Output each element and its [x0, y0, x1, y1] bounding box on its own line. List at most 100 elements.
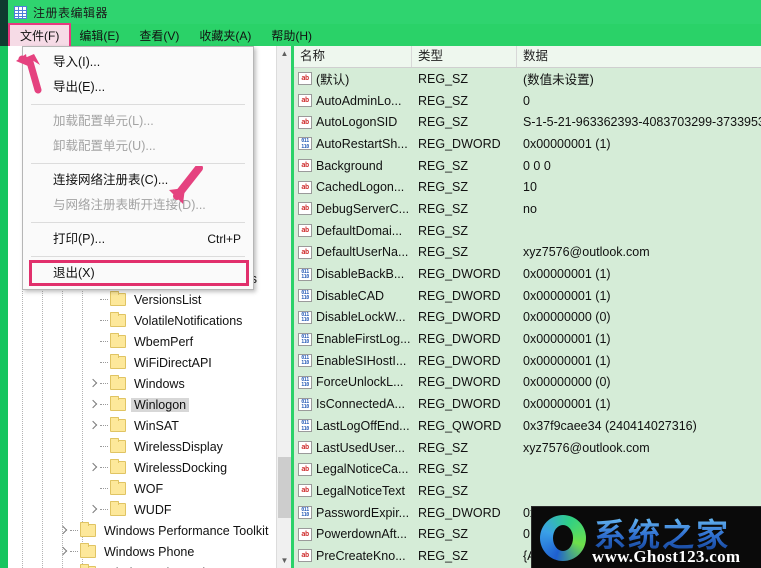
- folder-icon: [110, 459, 126, 474]
- value-name-cell: ab (默认): [294, 69, 412, 88]
- menu-help[interactable]: 帮助(H): [261, 25, 322, 46]
- value-data: 0 0 0: [523, 158, 551, 173]
- registry-values-pane[interactable]: 名称 类型 数据 ab (默认) REG_SZ (数值未设置) ab AutoAdminL…: [294, 46, 761, 568]
- value-name-cell: ab LegalNoticeText: [294, 484, 412, 498]
- tree-item[interactable]: VolatileNotifications: [8, 310, 276, 331]
- value-type: REG_QWORD: [418, 418, 502, 433]
- folder-icon: [110, 312, 126, 327]
- menu-item-print-label: 打印(P)...: [53, 232, 106, 246]
- value-name-cell: ab DefaultUserNa...: [294, 245, 412, 259]
- chevron-right-icon[interactable]: [88, 421, 98, 431]
- menu-bar: 文件(F) 编辑(E) 查看(V) 收藏夹(A) 帮助(H): [0, 22, 761, 48]
- value-type: REG_DWORD: [418, 505, 501, 520]
- value-name: PowerdownAft...: [316, 527, 408, 542]
- window-left-edge: [0, 0, 8, 24]
- tree-item[interactable]: WbemPerf: [8, 331, 276, 352]
- value-row[interactable]: 011 110 EnableSIHostI... REG_DWORD 0x0000000…: [294, 350, 761, 372]
- folder-icon: [110, 417, 126, 432]
- chevron-right-icon[interactable]: [88, 463, 98, 473]
- tree-item[interactable]: Windows: [8, 373, 276, 394]
- string-value-icon: ab: [298, 202, 312, 216]
- menu-item-import[interactable]: 导入(I)...: [23, 50, 253, 75]
- value-name: EnableSIHostI...: [316, 353, 407, 368]
- value-row[interactable]: 011 110 DisableCAD REG_DWORD 0x00000001 (1): [294, 285, 761, 307]
- value-row[interactable]: 011 110 EnableFirstLog... REG_DWORD 0x000000…: [294, 328, 761, 350]
- tree-connector: [100, 319, 108, 322]
- value-name-cell: 011 110 DisableLockW...: [294, 310, 412, 324]
- tree-item-label: VolatileNotifications: [134, 313, 243, 328]
- scroll-up-icon[interactable]: ▲: [277, 46, 292, 61]
- value-row[interactable]: ab LegalNoticeCa... REG_SZ: [294, 458, 761, 480]
- menu-edit[interactable]: 编辑(E): [69, 25, 129, 46]
- value-row[interactable]: 011 110 ForceUnlockL... REG_DWORD 0x00000000…: [294, 372, 761, 394]
- menu-view[interactable]: 查看(V): [129, 25, 189, 46]
- binary-value-icon: 011 110: [298, 332, 312, 346]
- value-row[interactable]: ab LegalNoticeText REG_SZ: [294, 480, 761, 502]
- chevron-right-icon[interactable]: [88, 505, 98, 515]
- folder-icon: [110, 375, 126, 390]
- value-row[interactable]: ab (默认) REG_SZ (数值未设置): [294, 68, 761, 90]
- column-header-name[interactable]: 名称: [294, 46, 412, 67]
- tree-item[interactable]: WiFiDirectAPI: [8, 352, 276, 373]
- column-header-data[interactable]: 数据: [517, 46, 761, 67]
- menu-file[interactable]: 文件(F): [7, 22, 72, 48]
- value-row[interactable]: ab LastUsedUser... REG_SZ xyz7576@outlook.c…: [294, 437, 761, 459]
- value-type: REG_DWORD: [418, 288, 501, 303]
- tree-item-label: VersionsList: [134, 292, 202, 307]
- value-name: DebugServerC...: [316, 201, 410, 216]
- value-name-cell: 011 110 EnableFirstLog...: [294, 332, 412, 346]
- menu-item-export[interactable]: 导出(E)...: [23, 75, 253, 100]
- menu-separator: [31, 104, 245, 105]
- menu-item-exit[interactable]: 退出(X): [23, 260, 253, 286]
- value-data: 0x37f9caee34 (240414027316): [523, 418, 697, 433]
- tree-item[interactable]: WinSAT: [8, 415, 276, 436]
- value-name-cell: ab LastUsedUser...: [294, 441, 412, 455]
- tree-item-label: Winlogon: [131, 397, 190, 412]
- file-dropdown-menu[interactable]: 导入(I)... 导出(E)... 加载配置单元(L)... 卸载配置单元(U)…: [22, 46, 254, 290]
- value-row[interactable]: 011 110 DisableBackB... REG_DWORD 0x00000001…: [294, 263, 761, 285]
- tree-item[interactable]: WUDF: [8, 499, 276, 520]
- value-row[interactable]: 011 110 LastLogOffEnd... REG_QWORD 0x37f9cae…: [294, 415, 761, 437]
- column-header-type[interactable]: 类型: [412, 46, 517, 67]
- tree-item[interactable]: Windows Performance Toolkit: [8, 520, 276, 541]
- value-data: no: [523, 201, 537, 216]
- value-row[interactable]: ab Background REG_SZ 0 0 0: [294, 155, 761, 177]
- menu-favorites[interactable]: 收藏夹(A): [189, 25, 261, 46]
- value-row[interactable]: ab DefaultUserNa... REG_SZ xyz7576@outlook.…: [294, 242, 761, 264]
- scroll-down-icon[interactable]: ▼: [277, 553, 292, 568]
- value-row[interactable]: ab DebugServerC... REG_SZ no: [294, 198, 761, 220]
- tree-scrollbar[interactable]: ▲ ▼: [276, 46, 292, 568]
- chevron-right-icon[interactable]: [58, 547, 68, 557]
- tree-item[interactable]: Windows Photo Viewer: [8, 562, 276, 568]
- menu-item-print[interactable]: 打印(P)... Ctrl+P: [23, 227, 253, 252]
- tree-connector: [100, 361, 108, 364]
- value-row[interactable]: ab AutoAdminLo... REG_SZ 0: [294, 90, 761, 112]
- value-row[interactable]: 011 110 AutoRestartSh... REG_DWORD 0x0000000…: [294, 133, 761, 155]
- value-name-cell: 011 110 IsConnectedA...: [294, 397, 412, 411]
- tree-item[interactable]: WirelessDisplay: [8, 436, 276, 457]
- tree-scrollbar-thumb[interactable]: [278, 457, 291, 518]
- tree-item[interactable]: WOF: [8, 478, 276, 499]
- tree-item[interactable]: VersionsList: [8, 289, 276, 310]
- value-name-cell: 011 110 ForceUnlockL...: [294, 375, 412, 389]
- value-row[interactable]: 011 110 IsConnectedA... REG_DWORD 0x00000001…: [294, 393, 761, 415]
- value-data: 0x00000000 (0): [523, 310, 611, 325]
- value-type: REG_SZ: [418, 180, 469, 195]
- value-row[interactable]: ab CachedLogon... REG_SZ 10: [294, 176, 761, 198]
- tree-item-label: Windows Performance Toolkit: [104, 523, 269, 538]
- chevron-right-icon[interactable]: [88, 379, 98, 389]
- registry-editor-window: 注册表编辑器 文件(F) 编辑(E) 查看(V) 收藏夹(A) 帮助(H) UA…: [0, 0, 761, 568]
- value-data: 0x00000001 (1): [523, 397, 611, 412]
- tree-item[interactable]: Winlogon: [8, 394, 276, 415]
- menu-item-connect-network-registry[interactable]: 连接网络注册表(C)...: [23, 168, 253, 193]
- value-row[interactable]: ab DefaultDomai... REG_SZ: [294, 220, 761, 242]
- tree-item[interactable]: Windows Phone: [8, 541, 276, 562]
- chevron-right-icon[interactable]: [88, 400, 98, 410]
- value-row[interactable]: ab AutoLogonSID REG_SZ S-1-5-21-963362393-4…: [294, 111, 761, 133]
- value-data: 0x00000001 (1): [523, 288, 611, 303]
- value-row[interactable]: 011 110 DisableLockW... REG_DWORD 0x00000000…: [294, 307, 761, 329]
- chevron-right-icon[interactable]: [58, 526, 68, 536]
- tree-connector: [100, 487, 108, 490]
- tree-item[interactable]: WirelessDocking: [8, 457, 276, 478]
